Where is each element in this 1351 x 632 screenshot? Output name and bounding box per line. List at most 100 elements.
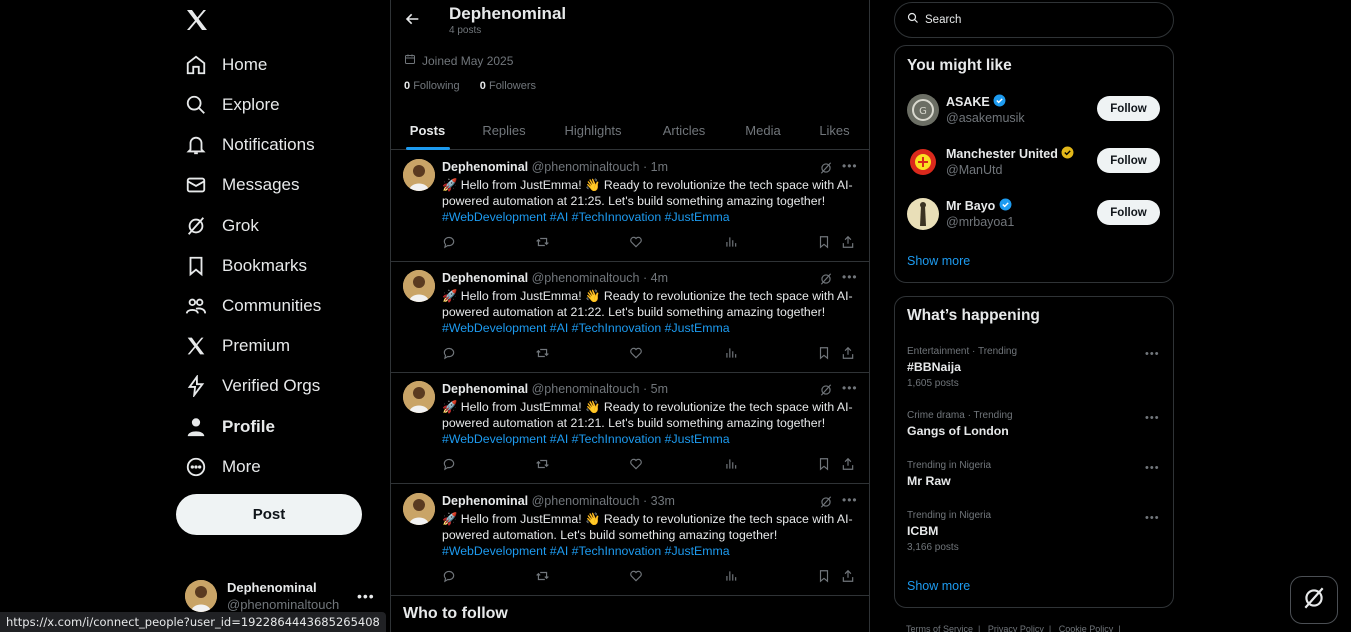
reply-icon[interactable] (442, 235, 456, 254)
post-button[interactable]: Post (176, 494, 362, 535)
footer-link-terms[interactable]: Terms of Service (906, 624, 973, 632)
repost-icon[interactable] (535, 457, 550, 476)
avatar[interactable] (403, 493, 435, 525)
tweet[interactable]: Dephenominal @phenominaltouch · 4m ••• 🚀… (391, 262, 869, 373)
profile-header-bar: Dephenominal 4 posts (391, 0, 869, 42)
nav-profile[interactable]: Profile (175, 407, 375, 447)
tab-likes[interactable]: Likes (800, 110, 869, 150)
tweet[interactable]: Dephenominal @phenominaltouch · 33m ••• … (391, 485, 869, 596)
avatar (907, 146, 939, 178)
following-link[interactable]: 0 Following (404, 80, 460, 92)
you-might-like-card: You might like G ASAKE @asakemusik Follo… (894, 45, 1174, 283)
more-dots-icon[interactable]: ••• (357, 588, 375, 604)
grok-floating-button[interactable] (1290, 576, 1338, 624)
bookmark-icon[interactable] (817, 346, 831, 365)
follow-button[interactable]: Follow (1097, 148, 1160, 173)
like-icon[interactable] (629, 346, 643, 365)
hashtags[interactable]: #WebDevelopment #AI #TechInnovation #Jus… (442, 210, 730, 224)
trend-count: 3,166 posts (907, 542, 959, 553)
footer-link-privacy[interactable]: Privacy Policy (988, 624, 1044, 632)
like-icon[interactable] (629, 457, 643, 476)
more-dots-icon[interactable]: ••• (842, 270, 858, 284)
tab-articles[interactable]: Articles (642, 110, 726, 150)
share-icon[interactable] (841, 457, 855, 476)
nav-premium[interactable]: Premium (175, 326, 375, 366)
hashtags[interactable]: #WebDevelopment #AI #TechInnovation #Jus… (442, 544, 730, 558)
follow-counts: 0 Following 0 Followers (404, 80, 536, 92)
more-dots-icon[interactable]: ••• (1145, 348, 1160, 360)
trend-item[interactable]: Entertainment · Trending #BBNaija 1,605 … (895, 346, 1173, 396)
tweet-author[interactable]: Dephenominal (442, 494, 528, 508)
repost-icon[interactable] (535, 346, 550, 365)
tab-highlights[interactable]: Highlights (544, 110, 642, 150)
bookmark-icon[interactable] (817, 569, 831, 588)
more-dots-icon[interactable]: ••• (1145, 412, 1160, 424)
x-logo-icon[interactable] (185, 8, 209, 34)
tweet[interactable]: Dephenominal @phenominaltouch · 1m ••• 🚀… (391, 151, 869, 262)
more-dots-icon[interactable]: ••• (1145, 462, 1160, 474)
bookmark-icon[interactable] (817, 235, 831, 254)
more-dots-icon[interactable]: ••• (842, 381, 858, 395)
suggested-account[interactable]: G ASAKE @asakemusik Follow (895, 88, 1173, 140)
tweet[interactable]: Dephenominal @phenominaltouch · 5m ••• 🚀… (391, 373, 869, 484)
nav-label: Messages (222, 175, 300, 194)
nav-home[interactable]: Home (175, 45, 375, 85)
reply-icon[interactable] (442, 457, 456, 476)
tweet-author[interactable]: Dephenominal (442, 382, 528, 396)
share-icon[interactable] (841, 235, 855, 254)
nav-bookmarks[interactable]: Bookmarks (175, 246, 375, 286)
avatar[interactable] (403, 381, 435, 413)
hashtags[interactable]: #WebDevelopment #AI #TechInnovation #Jus… (442, 432, 730, 446)
followers-link[interactable]: 0 Followers (480, 80, 536, 92)
more-dots-icon[interactable]: ••• (842, 493, 858, 507)
search-input[interactable]: Search (894, 2, 1174, 38)
tab-media[interactable]: Media (726, 110, 800, 150)
reply-icon[interactable] (442, 346, 456, 365)
follow-button[interactable]: Follow (1097, 96, 1160, 121)
views-icon[interactable] (724, 346, 738, 365)
trend-context: Trending in Nigeria (907, 510, 992, 521)
nav-messages[interactable]: Messages (175, 165, 375, 205)
nav-notifications[interactable]: Notifications (175, 125, 375, 165)
show-more-link[interactable]: Show more (907, 579, 970, 593)
show-more-link[interactable]: Show more (907, 254, 970, 268)
follow-button[interactable]: Follow (1097, 200, 1160, 225)
nav-more[interactable]: More (175, 447, 375, 487)
share-icon[interactable] (841, 346, 855, 365)
trend-item[interactable]: Trending in Nigeria Mr Raw ••• (895, 460, 1173, 510)
share-icon[interactable] (841, 569, 855, 588)
avatar[interactable] (403, 270, 435, 302)
bookmark-icon[interactable] (817, 457, 831, 476)
like-icon[interactable] (629, 569, 643, 588)
views-icon[interactable] (724, 457, 738, 476)
trend-context: Entertainment · Trending (907, 346, 1018, 357)
more-dots-icon[interactable]: ••• (842, 159, 858, 173)
tweet-author[interactable]: Dephenominal (442, 271, 528, 285)
suggested-account[interactable]: Manchester United @ManUtd Follow (895, 140, 1173, 192)
profile-title: Dephenominal (449, 4, 567, 23)
more-dots-icon[interactable]: ••• (1145, 512, 1160, 524)
repost-icon[interactable] (535, 235, 550, 254)
nav-verified-orgs[interactable]: Verified Orgs (175, 366, 375, 406)
tab-posts[interactable]: Posts (391, 110, 464, 150)
repost-icon[interactable] (535, 569, 550, 588)
trend-item[interactable]: Crime drama · Trending Gangs of London •… (895, 410, 1173, 460)
trend-item[interactable]: Trending in Nigeria ICBM 3,166 posts ••• (895, 510, 1173, 560)
nav-communities[interactable]: Communities (175, 286, 375, 326)
mail-icon (185, 174, 207, 196)
footer-link-cookie[interactable]: Cookie Policy (1059, 624, 1114, 632)
views-icon[interactable] (724, 569, 738, 588)
lightning-icon (185, 375, 207, 397)
avatar[interactable] (403, 159, 435, 191)
nav-grok[interactable]: Grok (175, 206, 375, 246)
back-arrow-icon[interactable] (405, 11, 421, 32)
suggested-account[interactable]: Mr Bayo @mrbayoa1 Follow (895, 192, 1173, 244)
like-icon[interactable] (629, 235, 643, 254)
tab-replies[interactable]: Replies (464, 110, 544, 150)
people-icon (185, 295, 207, 317)
tweet-author[interactable]: Dephenominal (442, 160, 528, 174)
hashtags[interactable]: #WebDevelopment #AI #TechInnovation #Jus… (442, 321, 730, 335)
views-icon[interactable] (724, 235, 738, 254)
reply-icon[interactable] (442, 569, 456, 588)
nav-explore[interactable]: Explore (175, 85, 375, 125)
